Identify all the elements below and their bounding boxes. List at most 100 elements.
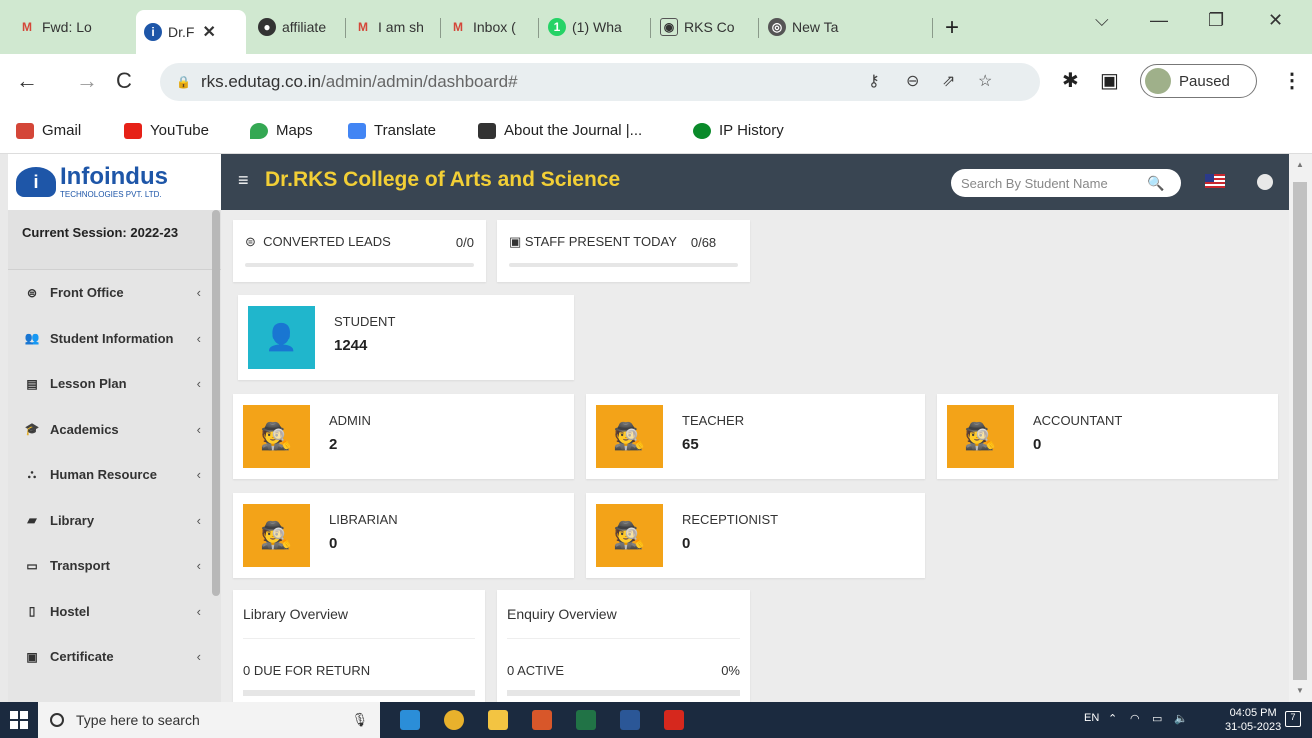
zoom-icon[interactable]: ⊖ xyxy=(906,71,919,91)
tab-search-chevron-icon[interactable]: ⌵ xyxy=(1095,10,1109,31)
sidebar-item-front-office[interactable]: ⊜ Front Office ‹ xyxy=(8,270,221,316)
forward-icon[interactable]: → xyxy=(76,68,98,94)
spy-user-icon: 🕵 xyxy=(243,405,310,468)
word-icon[interactable] xyxy=(620,710,640,730)
browser-menu-icon[interactable]: ⋮ xyxy=(1282,68,1302,93)
tab-label: I am sh xyxy=(378,19,424,35)
scroll-down-icon[interactable]: ▼ xyxy=(1296,686,1304,695)
sidebar-item-transport[interactable]: ▭ Transport ‹ xyxy=(8,543,221,589)
url-path: /admin/admin/dashboard# xyxy=(320,72,518,91)
tab-label: New Ta xyxy=(792,19,839,35)
chrome-app-icon[interactable] xyxy=(444,710,464,730)
tab-separator xyxy=(932,18,933,38)
side-panel-icon[interactable]: ▣ xyxy=(1100,68,1119,93)
taskbar-search-placeholder: Type here to search xyxy=(76,712,200,728)
tab-gmail-iam[interactable]: M I am sh xyxy=(346,8,438,46)
sidebar-item-lesson-plan[interactable]: ▤ Lesson Plan ‹ xyxy=(8,361,221,407)
reload-icon[interactable]: C xyxy=(116,68,132,94)
wifi-icon[interactable]: ◠ xyxy=(1130,712,1140,725)
divider xyxy=(507,638,740,639)
taskbar-search[interactable]: Type here to search 🎙 xyxy=(38,702,380,738)
student-count-card[interactable]: 👤 STUDENT 1244 xyxy=(238,295,574,380)
teacher-count-card[interactable]: 🕵 TEACHER 65 xyxy=(586,394,925,479)
library-icon: ▰ xyxy=(27,513,37,528)
logo-brand: Infoindus xyxy=(60,163,168,190)
librarian-count-card[interactable]: 🕵 LIBRARIAN 0 xyxy=(233,493,574,578)
translate-icon xyxy=(348,122,366,139)
minimize-icon[interactable]: — xyxy=(1150,10,1168,31)
tab-whatsapp[interactable]: 1 (1) Wha xyxy=(540,8,650,46)
bookmark-star-icon[interactable]: ☆ xyxy=(978,71,992,91)
lock-icon[interactable]: 🔒 xyxy=(176,75,191,89)
journal-icon xyxy=(478,122,496,139)
card-value: 0 DUE FOR RETURN xyxy=(243,663,371,678)
extensions-icon[interactable]: ✱ xyxy=(1062,68,1079,93)
user-profile-icon[interactable] xyxy=(1257,174,1273,190)
tab-active-dashboard[interactable]: i Dr.F ✕ xyxy=(136,10,246,54)
acrobat-icon[interactable] xyxy=(664,710,684,730)
tab-gmail-inbox[interactable]: M Inbox ( xyxy=(441,8,537,46)
sidebar-item-academics[interactable]: 🎓 Academics ‹ xyxy=(8,407,221,453)
sidebar-item-label: Lesson Plan xyxy=(50,376,127,392)
bookmark-youtube[interactable]: YouTube xyxy=(124,122,209,139)
system-clock[interactable]: 04:05 PM 31-05-2023 xyxy=(1225,706,1281,734)
bookmark-journal[interactable]: About the Journal |... xyxy=(478,122,642,139)
tab-rks[interactable]: ◉ RKS Co xyxy=(652,8,758,46)
show-hidden-icons-icon[interactable]: ⌃ xyxy=(1108,712,1117,725)
powerpoint-icon[interactable] xyxy=(532,710,552,730)
bookmark-translate[interactable]: Translate xyxy=(348,122,436,139)
mail-app-icon[interactable] xyxy=(400,710,420,730)
search-icon[interactable]: 🔍 xyxy=(1147,175,1164,192)
search-input[interactable] xyxy=(961,175,1139,191)
new-tab-button[interactable]: + xyxy=(945,14,959,42)
page-scrollbar[interactable]: ▲ ▼ xyxy=(1289,154,1312,702)
battery-icon[interactable]: ▭ xyxy=(1152,712,1162,725)
windows-start-icon[interactable] xyxy=(10,711,28,729)
close-tab-icon[interactable]: ✕ xyxy=(202,22,215,42)
language-flag-icon[interactable] xyxy=(1205,174,1225,188)
student-info-icon: 👥 xyxy=(24,331,40,346)
volume-icon[interactable]: 🔈 xyxy=(1174,712,1188,725)
progress-bar xyxy=(509,263,738,267)
tab-gmail-fwd[interactable]: M Fwd: Lo xyxy=(10,8,134,46)
logo[interactable]: i Infoindus TECHNOLOGIES PVT. LTD. xyxy=(8,154,221,210)
file-explorer-icon[interactable] xyxy=(488,710,508,730)
sidebar-item-student-information[interactable]: 👥 Student Information ‹ xyxy=(8,316,221,362)
chevron-left-icon: ‹ xyxy=(196,649,201,665)
converted-leads-card: ⊜ CONVERTED LEADS 0/0 xyxy=(233,220,486,282)
address-bar[interactable]: 🔒 rks.edutag.co.in/admin/admin/dashboard… xyxy=(160,63,1040,101)
sidebar-item-certificate[interactable]: ▣ Certificate ‹ xyxy=(8,634,221,680)
language-indicator[interactable]: EN xyxy=(1084,712,1099,724)
bookmark-gmail[interactable]: Gmail xyxy=(16,122,81,139)
hamburger-menu-icon[interactable]: ≡ xyxy=(238,170,249,191)
profile-button[interactable]: Paused xyxy=(1140,64,1257,98)
key-icon[interactable]: ⚷ xyxy=(868,71,880,91)
back-icon[interactable]: ← xyxy=(16,68,38,94)
close-window-icon[interactable]: ✕ xyxy=(1268,10,1283,31)
current-session[interactable]: Current Session: 2022-23 xyxy=(8,210,221,270)
excel-icon[interactable] xyxy=(576,710,596,730)
tab-label: Dr.F xyxy=(168,24,195,40)
calendar-icon: ▣ xyxy=(509,234,522,249)
notification-icon[interactable]: 7 xyxy=(1285,711,1301,727)
receptionist-count-card[interactable]: 🕵 RECEPTIONIST 0 xyxy=(586,493,925,578)
tab-new[interactable]: ◎ New Ta xyxy=(760,8,866,46)
tab-affiliate[interactable]: ● affiliate xyxy=(250,8,342,46)
academics-icon: 🎓 xyxy=(24,422,40,437)
scrollbar-thumb[interactable] xyxy=(1293,182,1307,680)
card-value: 0/0 xyxy=(455,234,474,250)
bookmark-ip-history[interactable]: IP History xyxy=(693,122,784,139)
bookmark-maps[interactable]: Maps xyxy=(250,122,313,139)
infoindus-logo-icon: i xyxy=(16,167,56,197)
sidebar-item-library[interactable]: ▰ Library ‹ xyxy=(8,498,221,544)
sidebar-scrollbar[interactable] xyxy=(212,210,220,596)
admin-count-card[interactable]: 🕵 ADMIN 2 xyxy=(233,394,574,479)
share-icon[interactable]: ⇗ xyxy=(942,71,955,91)
sidebar-item-hostel[interactable]: ▯ Hostel ‹ xyxy=(8,589,221,635)
scroll-up-icon[interactable]: ▲ xyxy=(1296,160,1304,169)
restore-icon[interactable]: ❐ xyxy=(1208,10,1224,31)
tab-label: Inbox ( xyxy=(473,19,516,35)
accountant-count-card[interactable]: 🕵 ACCOUNTANT 0 xyxy=(937,394,1278,479)
sidebar-item-human-resource[interactable]: ⛬ Human Resource ‹ xyxy=(8,452,221,498)
microphone-icon[interactable]: 🎙 xyxy=(351,712,368,728)
